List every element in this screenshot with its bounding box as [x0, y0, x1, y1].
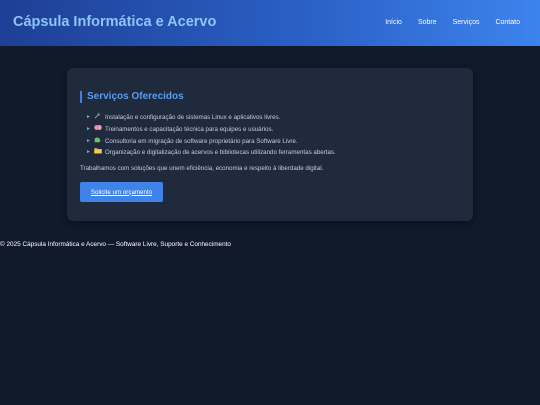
service-text: Consultoria em migração de software prop… [104, 137, 298, 145]
bullet-arrow-icon: ► [86, 149, 91, 156]
service-text: Instalação e configuração de sistemas Li… [104, 114, 281, 121]
list-item: ► Instalação e configuração de sistemas … [86, 112, 336, 124]
brain-icon [94, 124, 102, 136]
service-text: Organização e digitalização de acervos e… [104, 149, 336, 157]
bullet-arrow-icon: ► [86, 125, 91, 132]
services-list: ► Instalação e configuração de sistemas … [86, 112, 336, 159]
nav-item-servicos[interactable]: Serviços [453, 19, 480, 26]
site-footer: © 2025 Cápsula Informática e Acervo — So… [0, 241, 231, 248]
folder-icon [94, 147, 102, 159]
request-quote-button[interactable]: Solicite um orçamento [80, 182, 163, 202]
site-header: Cápsula Informática e Acervo Início Sobr… [0, 0, 540, 46]
services-tagline: Trabalhamos com soluções que unem eficiê… [80, 165, 324, 172]
wrench-icon [94, 112, 102, 124]
nav-item-inicio[interactable]: Início [385, 19, 402, 26]
list-item: ► Treinamentos e capacitação técnica par… [86, 124, 336, 136]
list-item: ► Consultoria em migração de software pr… [86, 136, 336, 148]
bullet-arrow-icon: ► [86, 114, 91, 120]
site-title[interactable]: Cápsula Informática e Acervo [13, 14, 216, 30]
services-title: Serviços Oferecidos [80, 91, 184, 103]
service-text: Treinamentos e capacitação técnica para … [104, 125, 274, 133]
list-item: ► Organização e digitalização de acervos… [86, 147, 336, 159]
puzzle-icon [94, 136, 102, 148]
nav-item-contato[interactable]: Contato [495, 19, 520, 26]
nav-item-sobre[interactable]: Sobre [418, 19, 437, 26]
bullet-arrow-icon: ► [86, 137, 91, 144]
services-card: Serviços Oferecidos ► Instalação e confi… [67, 68, 473, 221]
main-nav: Início Sobre Serviços Contato [385, 19, 520, 26]
